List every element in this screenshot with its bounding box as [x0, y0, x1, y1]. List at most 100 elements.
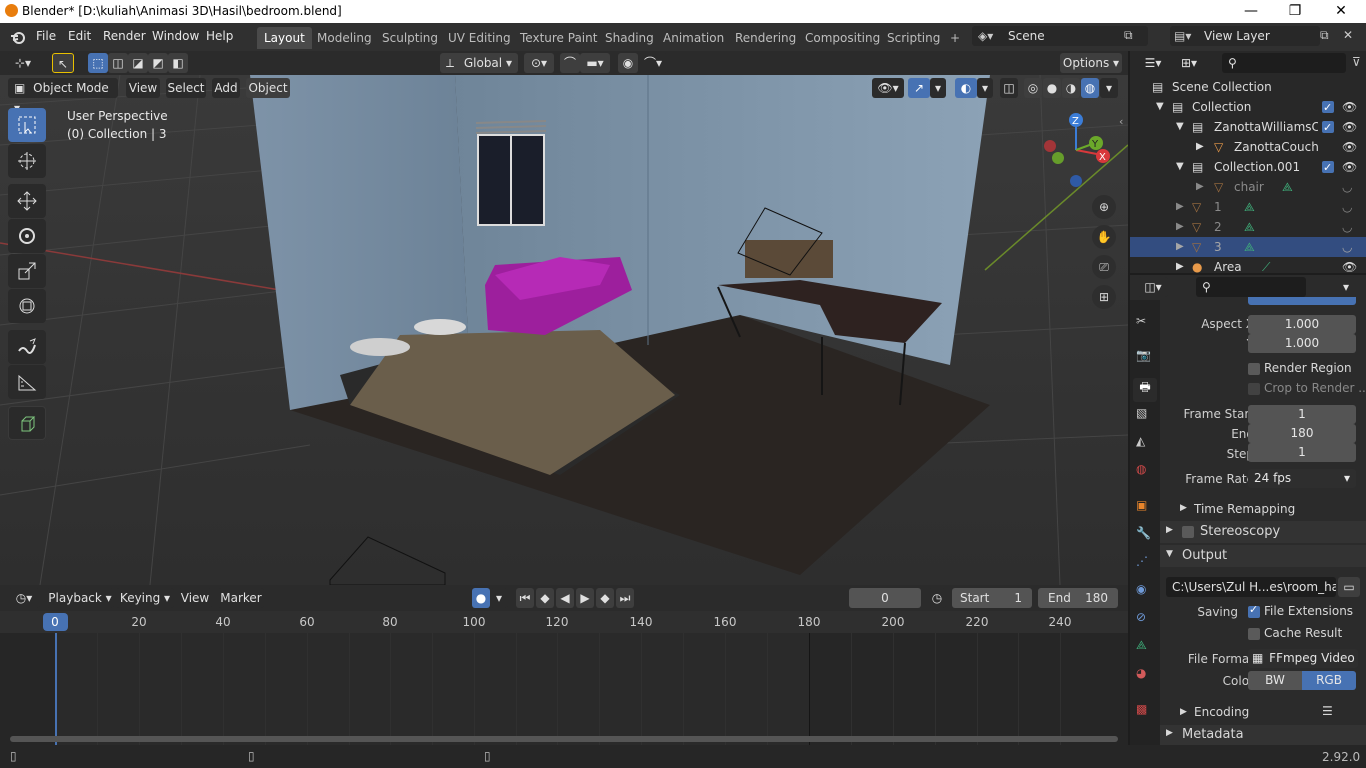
remove-view-layer-icon[interactable]: ✕ [1343, 28, 1353, 42]
properties-search-input[interactable]: ⚲ [1196, 277, 1306, 297]
expand-icon[interactable]: ▶ [1176, 237, 1184, 257]
render-properties-icon[interactable]: 📷 [1136, 348, 1154, 366]
exclude-checkbox[interactable] [1322, 98, 1334, 118]
editor-type-icon[interactable]: ⊹▾ [6, 53, 40, 73]
perspective-grid-icon[interactable]: ⊞ [1092, 285, 1116, 309]
shading-dropdown-icon[interactable]: ▾ [1100, 78, 1118, 98]
select-invert-mode-icon[interactable]: ◩ [148, 53, 168, 73]
material-properties-icon[interactable]: ◕ [1136, 666, 1154, 684]
maximize-button[interactable]: ❐ [1272, 0, 1318, 23]
tab-layout[interactable]: Layout [257, 27, 312, 49]
preview-range-icon[interactable]: ◷ [928, 588, 946, 608]
xray-icon[interactable]: ◫ [1000, 78, 1018, 98]
render-region-checkbox[interactable] [1248, 363, 1260, 375]
play-reverse-icon[interactable]: ◀ [556, 588, 574, 608]
output-properties-icon[interactable]: 🖶 [1133, 378, 1157, 402]
scale-tool[interactable] [8, 254, 46, 288]
minimize-button[interactable]: — [1228, 0, 1274, 23]
aspect-x-field[interactable]: 1.000 [1248, 315, 1356, 334]
close-window-button[interactable]: ✕ [1318, 0, 1364, 23]
scene-selector[interactable]: ◈▾ Scene [972, 26, 1148, 46]
move-tool[interactable] [8, 184, 46, 218]
menu-select[interactable]: Select [166, 78, 206, 98]
3d-viewport[interactable]: User Perspective (0) Collection | 3 ▣ Ob… [0, 75, 1128, 585]
metadata-panel-header[interactable]: ▶ Metadata [1160, 725, 1366, 745]
expand-icon[interactable]: ▶ [1196, 177, 1204, 197]
eye-icon[interactable]: 👁 [1342, 157, 1357, 177]
cache-result-checkbox[interactable] [1248, 628, 1260, 640]
expand-icon[interactable]: ▶ [1196, 137, 1204, 157]
zoom-icon[interactable]: ⊕ [1092, 195, 1116, 219]
tab-compositing[interactable]: Compositing [798, 27, 887, 49]
play-icon[interactable]: ▶ [576, 588, 594, 608]
eye-closed-icon[interactable]: ◡ [1342, 237, 1352, 257]
outliner-row[interactable]: ▶ ▽ ZanottaCouch_B 👁 [1130, 137, 1366, 157]
cursor-tool[interactable] [8, 144, 46, 178]
outliner-row[interactable]: ▼ ▤ ZanottaWilliamsCou 👁 [1130, 117, 1366, 138]
overlays-dropdown-icon[interactable]: ▾ [977, 78, 993, 98]
outliner-row[interactable]: ▶ ▽ 3 ⟁ ◡ [1130, 237, 1366, 257]
sidebar-toggle-icon[interactable]: ‹ [1119, 115, 1123, 128]
outliner-row[interactable]: ▶ ▽ chair ⟁ ◡ [1130, 177, 1366, 197]
eye-icon[interactable]: 👁 [1342, 117, 1357, 137]
frame-end-field[interactable]: 180 [1248, 424, 1356, 443]
blender-menu-icon[interactable] [9, 28, 27, 46]
resolution-percent-slider[interactable] [1248, 297, 1356, 305]
select-extend-mode-icon[interactable]: ◫ [108, 53, 128, 73]
tab-modeling[interactable]: Modeling [310, 27, 379, 49]
collapse-icon[interactable]: ▶ [1180, 503, 1187, 513]
exclude-checkbox[interactable] [1322, 158, 1334, 178]
menu-render[interactable]: Render [103, 29, 146, 43]
current-frame-field[interactable]: 0 [849, 588, 921, 608]
frame-rate-dropdown[interactable]: 24 fps ▾ [1248, 469, 1356, 488]
color-bw-button[interactable]: BW [1248, 671, 1302, 690]
navigation-gizmo[interactable]: Z X Y [1040, 110, 1120, 190]
expand-icon[interactable]: ▼ [1156, 97, 1164, 117]
overlays-toggle-icon[interactable]: ◐ [955, 78, 977, 98]
pan-hand-icon[interactable]: ✋ [1092, 225, 1116, 249]
eye-icon[interactable]: 👁 [1342, 97, 1357, 117]
tab-shading[interactable]: Shading [598, 27, 661, 49]
eye-closed-icon[interactable]: ◡ [1342, 197, 1352, 217]
frame-start-field[interactable]: 1 [1248, 405, 1356, 424]
start-frame-field[interactable]: Start 1 [952, 588, 1032, 608]
outliner-editor-type-icon[interactable]: ☰▾ [1138, 53, 1168, 73]
options-dropdown[interactable]: Options ▾ [1060, 53, 1122, 73]
select-box-tool[interactable] [8, 108, 46, 142]
rotate-tool[interactable] [8, 219, 46, 253]
color-rgb-button[interactable]: RGB [1302, 671, 1356, 690]
expand-icon[interactable]: ▶ [1176, 257, 1184, 277]
visibility-icon[interactable]: 👁▾ [872, 78, 904, 98]
measure-tool[interactable] [8, 365, 46, 399]
display-mode-icon[interactable]: ⊞▾ [1174, 53, 1204, 73]
new-scene-icon[interactable]: ⧉ [1124, 28, 1133, 43]
tab-animation[interactable]: Animation [656, 27, 731, 49]
add-cube-tool[interactable] [8, 406, 46, 440]
add-workspace-button[interactable]: + [943, 27, 967, 49]
auto-keying-icon[interactable]: ● [472, 588, 490, 608]
aspect-y-field[interactable]: 1.000 [1248, 334, 1356, 353]
tab-scripting[interactable]: Scripting [880, 27, 947, 49]
exclude-checkbox[interactable] [1322, 118, 1334, 138]
wireframe-shading-icon[interactable]: ◎ [1024, 78, 1042, 98]
output-path-input[interactable]: C:\Users\Zul H...es\room_hamdi [1166, 577, 1336, 597]
pivot-point-icon[interactable]: ⊙▾ [524, 53, 554, 73]
menu-keying[interactable]: Keying ▾ [116, 588, 174, 608]
outliner-row[interactable]: ▶ ▽ 1 ⟁ ◡ [1130, 197, 1366, 217]
outliner-row[interactable]: ▼ ▤ Collection 👁 [1130, 97, 1366, 118]
menu-window[interactable]: Window [152, 29, 199, 43]
menu-view[interactable]: View [126, 78, 160, 98]
encoding-panel[interactable]: Encoding [1194, 705, 1249, 719]
properties-options-icon[interactable]: ▾ [1336, 277, 1356, 297]
menu-edit[interactable]: Edit [68, 29, 91, 43]
material-shading-icon[interactable]: ◑ [1062, 78, 1080, 98]
expand-icon[interactable]: ▼ [1176, 117, 1184, 137]
keying-dropdown-icon[interactable]: ▾ [490, 588, 508, 608]
eye-closed-icon[interactable]: ◡ [1342, 177, 1352, 197]
eye-closed-icon[interactable]: ◡ [1342, 217, 1352, 237]
proportional-edit-icon[interactable]: ◉ [618, 53, 638, 73]
prev-keyframe-icon[interactable]: ◆ [536, 588, 554, 608]
next-keyframe-icon[interactable]: ◆ [596, 588, 614, 608]
frame-step-field[interactable]: 1 [1248, 443, 1356, 462]
menu-file[interactable]: File [36, 29, 56, 43]
